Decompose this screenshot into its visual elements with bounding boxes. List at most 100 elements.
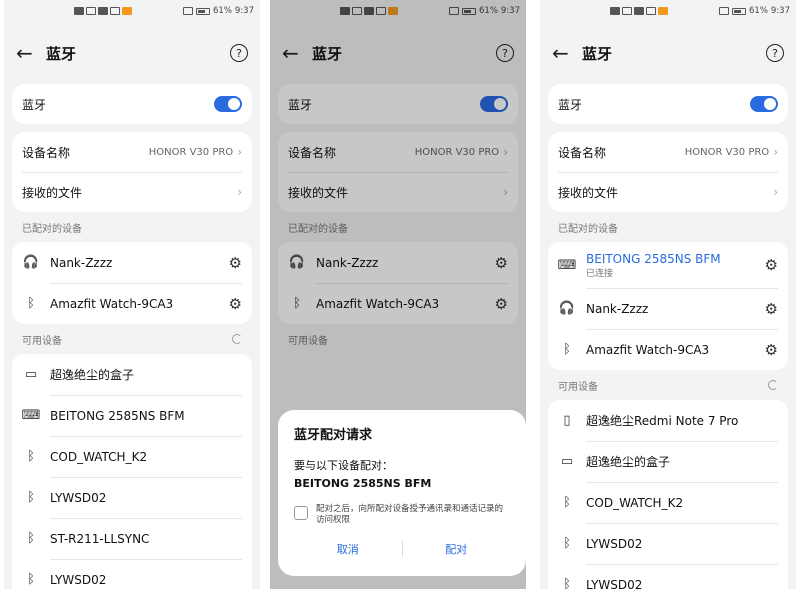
- device-name: LYWSD02: [50, 572, 107, 587]
- device-name: Amazfit Watch-9CA3: [586, 342, 710, 357]
- checkbox-label: 配对之后，向所配对设备授予通讯录和通话记录的访问权限: [316, 504, 504, 526]
- received-files-label: 接收的文件: [22, 185, 83, 200]
- available-device-row[interactable]: ᛒ LYWSD02: [12, 477, 252, 518]
- chevron-right-icon: ›: [773, 185, 778, 199]
- back-arrow-icon[interactable]: ←: [16, 41, 36, 65]
- device-name: 超逸绝尘的盒子: [586, 455, 671, 469]
- battery-icon: [732, 7, 746, 15]
- settings-gear-icon[interactable]: ⚙: [765, 341, 778, 359]
- bluetooth-icon: ᛒ: [563, 577, 571, 589]
- loading-spinner-icon: [232, 334, 242, 344]
- received-files-label: 接收的文件: [558, 185, 619, 200]
- battery-level: 61%: [749, 6, 768, 16]
- settings-gear-icon[interactable]: ⚙: [229, 254, 242, 272]
- paired-device-row[interactable]: 🎧 Nank-Zzzz ⚙: [548, 288, 788, 329]
- bluetooth-icon: ᛒ: [563, 342, 571, 357]
- headphones-icon: 🎧: [22, 255, 40, 270]
- bluetooth-icon: ᛒ: [27, 449, 35, 464]
- available-device-row[interactable]: ᛒ LYWSD02: [12, 559, 252, 589]
- bluetooth-icon: ᛒ: [27, 572, 35, 587]
- contacts-permission-checkbox[interactable]: [294, 506, 308, 520]
- page-title: 蓝牙: [46, 44, 77, 63]
- device-name: Nank-Zzzz: [586, 301, 649, 316]
- dialog-device-name: BEITONG 2585NS BFM: [294, 477, 432, 490]
- device-name: ST-R211-LLSYNC: [50, 531, 150, 546]
- device-name: LYWSD02: [50, 490, 107, 505]
- device-name: 超逸绝尘Redmi Note 7 Pro: [586, 414, 739, 428]
- device-name-label: 设备名称: [22, 145, 71, 160]
- screen-3: 61% 9:37 ← 蓝牙 ? 蓝牙 设备名称 HONOR V30 PRO › 接收的…: [540, 0, 796, 589]
- device-name: BEITONG 2585NS BFM: [50, 408, 185, 423]
- chevron-right-icon: ›: [773, 145, 778, 159]
- settings-gear-icon[interactable]: ⚙: [229, 295, 242, 313]
- chevron-right-icon: ›: [237, 185, 242, 199]
- received-files-row[interactable]: 接收的文件 ›: [548, 172, 788, 212]
- bluetooth-label: 蓝牙: [558, 97, 583, 112]
- received-files-row[interactable]: 接收的文件 ›: [12, 172, 252, 212]
- device-name-row[interactable]: 设备名称 HONOR V30 PRO ›: [12, 132, 252, 172]
- device-name-row[interactable]: 设备名称 HONOR V30 PRO ›: [548, 132, 788, 172]
- available-section-title: 可用设备: [558, 381, 598, 393]
- settings-gear-icon[interactable]: ⚙: [765, 256, 778, 274]
- connected-device-row[interactable]: ⌨ BEITONG 2585NS BFM 已连接 ⚙: [548, 242, 788, 288]
- pairing-dialog: 蓝牙配对请求 要与以下设备配对： BEITONG 2585NS BFM 配对之后…: [278, 410, 526, 576]
- bluetooth-toggle-row[interactable]: 蓝牙: [12, 84, 252, 124]
- device-name-label: 设备名称: [558, 145, 607, 160]
- paired-device-row[interactable]: 🎧 Nank-Zzzz ⚙: [12, 242, 252, 283]
- back-arrow-icon[interactable]: ←: [552, 41, 572, 65]
- available-device-row[interactable]: ᛒ COD_WATCH_K2: [548, 482, 788, 523]
- chevron-right-icon: ›: [237, 145, 242, 159]
- connection-status: 已连接: [586, 268, 614, 279]
- device-name: Amazfit Watch-9CA3: [50, 296, 174, 311]
- available-device-row[interactable]: ▭ 超逸绝尘的盒子: [12, 354, 252, 395]
- device-name: COD_WATCH_K2: [50, 449, 148, 464]
- cancel-button[interactable]: 取消: [294, 541, 402, 557]
- available-device-row[interactable]: ▭ 超逸绝尘的盒子: [548, 441, 788, 482]
- paired-device-row[interactable]: ᛒ Amazfit Watch-9CA3 ⚙: [548, 329, 788, 370]
- clock: 9:37: [770, 6, 790, 16]
- clock: 9:37: [234, 6, 254, 16]
- device-name: 超逸绝尘的盒子: [50, 368, 135, 382]
- available-device-row[interactable]: ᛒ COD_WATCH_K2: [12, 436, 252, 477]
- laptop-icon: ▭: [560, 454, 574, 469]
- paired-section-title: 已配对的设备: [558, 223, 618, 235]
- loading-spinner-icon: [768, 380, 778, 390]
- bluetooth-label: 蓝牙: [22, 97, 47, 112]
- paired-section-title: 已配对的设备: [22, 223, 82, 235]
- bluetooth-toggle-row[interactable]: 蓝牙: [548, 84, 788, 124]
- battery-level: 61%: [213, 6, 232, 16]
- available-device-row[interactable]: ▯ 超逸绝尘Redmi Note 7 Pro: [548, 400, 788, 441]
- device-name: LYWSD02: [586, 536, 643, 551]
- screen-1: 61% 9:37 ← 蓝牙 ? 蓝牙 设备名称 HONOR V30 PRO › 接收的…: [4, 0, 260, 589]
- screen-2: 61% 9:37 ← 蓝牙 ? 蓝牙 设备名称 HONOR V30 PRO › 接收的…: [270, 0, 526, 589]
- bluetooth-icon: ᛒ: [563, 536, 571, 551]
- pair-button[interactable]: 配对: [403, 541, 511, 557]
- available-device-row[interactable]: ᛒ LYWSD02: [548, 564, 788, 589]
- bluetooth-icon: ᛒ: [563, 495, 571, 510]
- gamepad-icon: ⌨: [21, 408, 41, 423]
- battery-icon: [196, 7, 210, 15]
- laptop-icon: ▭: [24, 367, 38, 382]
- bluetooth-icon: ᛒ: [27, 531, 35, 546]
- settings-gear-icon[interactable]: ⚙: [765, 300, 778, 318]
- bluetooth-icon: ᛒ: [27, 490, 35, 505]
- available-device-row[interactable]: ᛒ LYWSD02: [548, 523, 788, 564]
- paired-device-row[interactable]: ᛒ Amazfit Watch-9CA3 ⚙: [12, 283, 252, 324]
- headphones-icon: 🎧: [558, 301, 576, 316]
- bluetooth-toggle[interactable]: [214, 96, 242, 112]
- phone-icon: ▯: [563, 413, 571, 428]
- dialog-title: 蓝牙配对请求: [294, 428, 373, 443]
- device-name: COD_WATCH_K2: [586, 495, 684, 510]
- page-title: 蓝牙: [582, 44, 613, 63]
- bluetooth-icon: ᛒ: [27, 296, 35, 311]
- status-bar: 61% 9:37: [4, 0, 260, 22]
- device-name-value: HONOR V30 PRO: [148, 146, 234, 158]
- gamepad-icon: ⌨: [557, 257, 577, 273]
- help-icon[interactable]: ?: [230, 44, 248, 62]
- bluetooth-toggle[interactable]: [750, 96, 778, 112]
- help-icon[interactable]: ?: [766, 44, 784, 62]
- available-device-row[interactable]: ⌨ BEITONG 2585NS BFM: [12, 395, 252, 436]
- device-name: LYWSD02: [586, 577, 643, 589]
- available-device-row[interactable]: ᛒ ST-R211-LLSYNC: [12, 518, 252, 559]
- device-name: BEITONG 2585NS BFM: [586, 251, 721, 266]
